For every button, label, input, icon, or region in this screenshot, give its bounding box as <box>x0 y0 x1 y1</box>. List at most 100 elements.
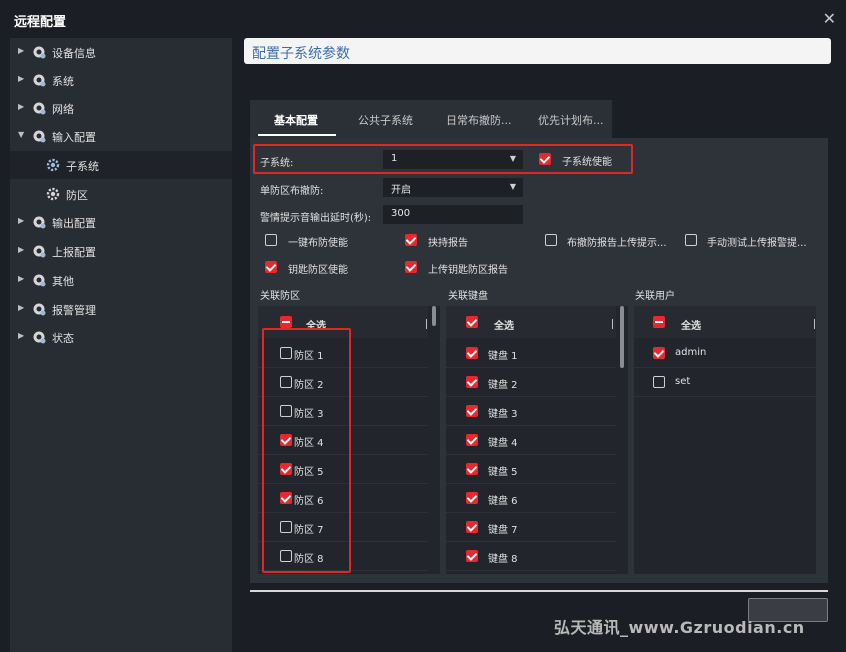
list-item[interactable]: 键盘 8 <box>446 542 616 571</box>
sidebar-item-device-info[interactable]: ▶ 设备信息 <box>10 38 232 66</box>
sidebar-item-input-config[interactable]: ▼ 输入配置 <box>10 122 232 150</box>
sidebar-item-subsystem[interactable]: 子系统 <box>10 151 232 179</box>
keyboard-5-checkbox[interactable] <box>466 463 478 475</box>
sidebar: ▶ 设备信息 ▶ 系统 ▶ 网络 ▼ 输入配置 子系统 防区 ▶ 输出配置 ▶ … <box>10 38 232 652</box>
zones-select-all-checkbox[interactable] <box>280 316 292 328</box>
list-item[interactable]: 键盘 1 <box>446 339 616 368</box>
chevron-right-icon: ▶ <box>18 274 25 283</box>
manual-test-checkbox[interactable] <box>685 234 697 246</box>
list-item[interactable]: 防区 1 <box>258 339 428 368</box>
tab-public-subsystem[interactable]: 公共子系统 <box>358 112 413 128</box>
gear-icon <box>33 102 46 115</box>
zones-select-all-label: 全选 <box>306 321 326 332</box>
keyboards-select-all-checkbox[interactable] <box>466 316 478 328</box>
list-item[interactable]: 键盘 5 <box>446 455 616 484</box>
zone-6-checkbox[interactable] <box>280 492 292 504</box>
tab-basic-config[interactable]: 基本配置 <box>274 112 318 128</box>
sidebar-item-network[interactable]: ▶ 网络 <box>10 94 232 122</box>
single-zone-select[interactable]: 开启 ▼ <box>383 178 523 197</box>
gear-icon <box>33 130 46 143</box>
list-item[interactable]: 键盘 6 <box>446 484 616 513</box>
keyboard-4-checkbox[interactable] <box>466 434 478 446</box>
sidebar-item-label: 输入配置 <box>52 131 96 144</box>
list-item[interactable]: 防区 8 <box>258 542 428 571</box>
list-item[interactable]: 键盘 4 <box>446 426 616 455</box>
gear-icon <box>33 331 46 344</box>
list-item[interactable]: admin <box>634 339 816 368</box>
zone-8-checkbox[interactable] <box>280 550 292 562</box>
gear-icon <box>33 46 46 59</box>
one-key-arm-checkbox[interactable] <box>265 234 277 246</box>
keyboard-3-checkbox[interactable] <box>466 405 478 417</box>
list-item[interactable]: 防区 3 <box>258 397 428 426</box>
sidebar-item-system[interactable]: ▶ 系统 <box>10 66 232 94</box>
sidebar-item-label: 系统 <box>52 75 74 88</box>
keyboard-6-checkbox[interactable] <box>466 492 478 504</box>
upload-key-zone-checkbox[interactable] <box>405 261 417 273</box>
sidebar-item-status[interactable]: ▶ 状态 <box>10 323 232 351</box>
users-select-all-label: 全选 <box>681 321 701 332</box>
list-item-label: 键盘 3 <box>488 409 518 420</box>
list-item[interactable]: 键盘 7 <box>446 513 616 542</box>
sidebar-item-output-config[interactable]: ▶ 输出配置 <box>10 208 232 236</box>
zones-list[interactable]: 全选 防区 1 防区 2 防区 3 防区 4 防区 5 防区 6 防区 7 防区… <box>258 306 440 574</box>
zone-4-checkbox[interactable] <box>280 434 292 446</box>
active-tab-indicator <box>258 134 336 136</box>
zones-scrollbar[interactable] <box>432 306 436 326</box>
zone-1-checkbox[interactable] <box>280 347 292 359</box>
list-item[interactable]: 防区 2 <box>258 368 428 397</box>
sidebar-item-label: 上报配置 <box>52 246 96 259</box>
keyboards-list[interactable]: 全选 键盘 1 键盘 2 键盘 3 键盘 4 键盘 5 键盘 6 键盘 7 键盘… <box>446 306 628 574</box>
list-item[interactable]: 键盘 3 <box>446 397 616 426</box>
users-list[interactable]: 全选 admin set <box>634 306 816 574</box>
key-zone-checkbox[interactable] <box>265 261 277 273</box>
window-title: 远程配置 <box>14 15 67 30</box>
subsystem-select[interactable]: 1 ▼ <box>383 150 523 169</box>
list-item[interactable]: 键盘 2 <box>446 368 616 397</box>
sidebar-item-label: 防区 <box>66 189 88 202</box>
column-divider <box>426 319 427 329</box>
users-select-all-checkbox[interactable] <box>653 316 665 328</box>
chevron-right-icon: ▶ <box>18 245 25 254</box>
list-item-label: 键盘 8 <box>488 554 518 565</box>
chevron-right-icon: ▶ <box>18 74 25 83</box>
keyboards-scrollbar[interactable] <box>620 306 624 368</box>
sidebar-item-zone[interactable]: 防区 <box>10 180 232 208</box>
keyboard-1-checkbox[interactable] <box>466 347 478 359</box>
sidebar-item-alarm-management[interactable]: ▶ 报警管理 <box>10 295 232 323</box>
gear-icon <box>33 216 46 229</box>
keyboard-2-checkbox[interactable] <box>466 376 478 388</box>
arm-report-label: 布撤防报告上传提示... <box>567 238 667 249</box>
gear-icon <box>33 74 46 87</box>
users-section-title: 关联用户 <box>635 291 675 302</box>
keyboard-7-checkbox[interactable] <box>466 521 478 533</box>
user-admin-checkbox[interactable] <box>653 347 665 359</box>
close-icon[interactable]: ✕ <box>823 9 836 28</box>
zone-3-checkbox[interactable] <box>280 405 292 417</box>
subsystem-enable-checkbox[interactable] <box>539 153 551 165</box>
caret-down-icon: ▼ <box>509 182 516 191</box>
list-item-label: 防区 7 <box>294 525 324 536</box>
list-item[interactable]: 防区 4 <box>258 426 428 455</box>
alarm-delay-input[interactable]: 300 <box>383 205 523 224</box>
tab-daily-arm[interactable]: 日常布撤防... <box>446 112 512 128</box>
tab-priority-plan[interactable]: 优先计划布... <box>538 112 604 128</box>
list-item[interactable]: set <box>634 368 816 397</box>
zone-2-checkbox[interactable] <box>280 376 292 388</box>
list-item-label: admin <box>675 347 707 358</box>
list-item[interactable]: 防区 5 <box>258 455 428 484</box>
chevron-right-icon: ▶ <box>18 303 25 312</box>
list-item[interactable]: 防区 6 <box>258 484 428 513</box>
zone-5-checkbox[interactable] <box>280 463 292 475</box>
user-set-checkbox[interactable] <box>653 376 665 388</box>
gear-icon <box>33 274 46 287</box>
sidebar-item-other[interactable]: ▶ 其他 <box>10 266 232 294</box>
keyboard-8-checkbox[interactable] <box>466 550 478 562</box>
sidebar-item-report-config[interactable]: ▶ 上报配置 <box>10 237 232 265</box>
chevron-right-icon: ▶ <box>18 102 25 111</box>
zone-7-checkbox[interactable] <box>280 521 292 533</box>
arm-report-checkbox[interactable] <box>545 234 557 246</box>
title-bar: 远程配置 ✕ <box>0 0 846 38</box>
duress-report-checkbox[interactable] <box>405 234 417 246</box>
list-item[interactable]: 防区 7 <box>258 513 428 542</box>
